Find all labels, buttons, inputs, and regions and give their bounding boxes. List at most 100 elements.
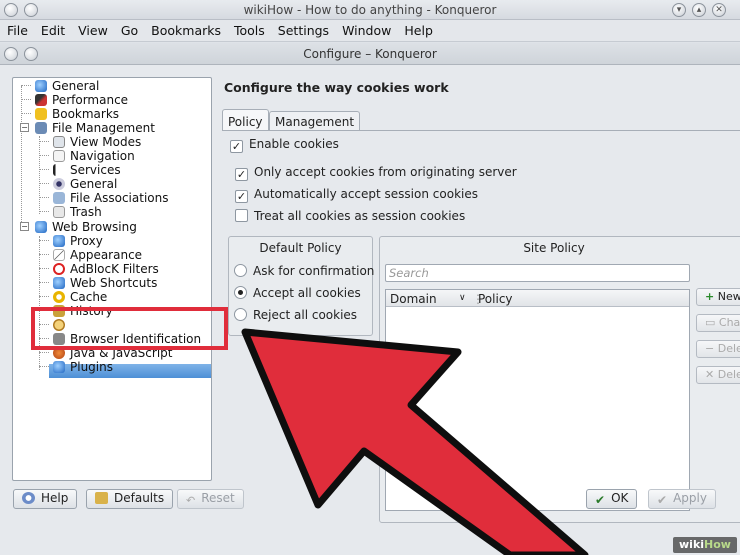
collapse-icon[interactable]: − [20, 222, 29, 231]
menu-go[interactable]: Go [114, 20, 144, 38]
shortcuts-globe-icon [53, 277, 65, 289]
tree-item-plugins[interactable]: Plugins [53, 360, 113, 374]
treat-session-box [235, 209, 248, 222]
accept-radio-dot [234, 286, 247, 299]
reject-radio-dot [234, 308, 247, 321]
defaults-icon [95, 492, 108, 504]
enable-cookies-checkbox[interactable]: ✓ Enable cookies [230, 137, 339, 153]
add-icon: + [705, 290, 715, 303]
ok-button[interactable]: ✔ OK [586, 489, 638, 509]
tree-item-bookmarks[interactable]: Bookmarks [35, 107, 119, 121]
accept-all-radio[interactable]: Accept all cookies [234, 286, 361, 302]
change-site-button[interactable]: ▭ Change... [696, 314, 740, 332]
ask-radio-dot [234, 264, 247, 277]
site-list-header: Domain ∨ ⋮ Policy [386, 290, 689, 307]
ok-check-icon: ✔ [595, 493, 606, 507]
only-originating-checkbox[interactable]: ✓ Only accept cookies from originating se… [235, 165, 517, 181]
apply-button[interactable]: ✔ Apply [648, 489, 716, 509]
cookies-highlight-box [31, 307, 228, 350]
pen-icon [53, 249, 65, 261]
default-policy-title: Default Policy [259, 241, 342, 255]
menubar: File Edit View Go Bookmarks Tools Settings Wind… [0, 20, 740, 42]
tree-item-performance[interactable]: Performance [35, 93, 128, 107]
collapse-icon[interactable]: − [20, 123, 29, 132]
tree-item-file-management[interactable]: − File Management [20, 121, 155, 135]
treat-session-checkbox[interactable]: Treat all cookies as session cookies [235, 209, 465, 225]
tree-item-view-modes[interactable]: View Modes [53, 135, 141, 149]
tree-item-navigation[interactable]: Navigation [53, 149, 135, 163]
flag-icon [53, 164, 65, 176]
configure-dialog: Configure – Konqueror General Performanc… [0, 43, 740, 555]
rocket-icon [35, 94, 47, 106]
browser-titlebar: wikiHow - How to do anything - Konqueror… [0, 0, 740, 20]
menu-settings[interactable]: Settings [271, 20, 335, 38]
maximize-icon[interactable]: ▴ [692, 3, 706, 17]
site-policy-title: Site Policy [523, 241, 585, 255]
tree-item-web-browsing[interactable]: − Web Browsing [20, 220, 137, 234]
cache-clock-icon [53, 291, 65, 303]
column-policy[interactable]: Policy [478, 292, 513, 306]
dialog-title: Configure – Konqueror [303, 47, 437, 61]
enable-cookies-box: ✓ [230, 140, 243, 153]
minus-icon: − [705, 342, 715, 355]
edit-icon: ▭ [705, 316, 716, 329]
delete-site-button[interactable]: − Delete [696, 340, 740, 358]
auto-session-box: ✓ [235, 190, 248, 203]
defaults-button[interactable]: Defaults [86, 489, 174, 509]
help-button[interactable]: Help [13, 489, 78, 509]
tree-item-appearance[interactable]: Appearance [53, 248, 142, 262]
navigation-icon [53, 150, 65, 162]
tree-item-proxy[interactable]: Proxy [53, 234, 103, 248]
only-originating-box: ✓ [235, 168, 248, 181]
minimize-icon[interactable]: ▾ [672, 3, 686, 17]
web-globe-icon [35, 221, 47, 233]
wikihow-watermark: wikiHow [673, 537, 737, 553]
help-icon [22, 492, 35, 504]
column-sort-icon[interactable]: ∨ [459, 293, 466, 303]
reset-button[interactable]: ↶ Reset [177, 489, 244, 509]
menu-bookmarks[interactable]: Bookmarks [144, 20, 227, 38]
menu-edit[interactable]: Edit [34, 20, 71, 38]
tree-item-file-associations[interactable]: File Associations [53, 191, 168, 205]
tree-item-adblock[interactable]: AdBlocK Filters [53, 262, 159, 276]
block-icon [53, 263, 65, 275]
globe-icon [35, 80, 47, 92]
tree-item-general[interactable]: General [35, 79, 99, 93]
reset-icon: ↶ [186, 494, 196, 507]
tree-item-trash[interactable]: Trash [53, 205, 102, 219]
view-modes-icon [53, 136, 65, 148]
tree-item-fm-general[interactable]: General [53, 177, 117, 191]
tree-item-cache[interactable]: Cache [53, 290, 107, 304]
file-associations-icon [53, 192, 65, 204]
column-domain[interactable]: Domain [390, 292, 437, 306]
bookmark-star-icon [35, 108, 47, 120]
auto-session-checkbox[interactable]: ✓ Automatically accept session cookies [235, 187, 478, 203]
browser-title: wikiHow - How to do anything - Konqueror [243, 3, 497, 17]
site-policy-list[interactable]: Domain ∨ ⋮ Policy [385, 289, 690, 511]
menu-file[interactable]: File [0, 20, 34, 38]
close-icon[interactable]: ✕ [712, 3, 726, 17]
tree-item-web-shortcuts[interactable]: Web Shortcuts [53, 276, 157, 290]
menu-view[interactable]: View [71, 20, 114, 38]
page-title: Configure the way cookies work [224, 80, 449, 95]
new-site-button[interactable]: + New... [696, 288, 740, 306]
eye-icon [53, 178, 65, 190]
file-manager-icon [35, 122, 47, 134]
proxy-globe-icon [53, 235, 65, 247]
delete-all-button[interactable]: ✕ Delete All [696, 366, 740, 384]
reject-all-radio[interactable]: Reject all cookies [234, 308, 357, 324]
settings-tree[interactable]: General Performance Bookmarks − File Mana… [12, 77, 212, 481]
menu-help[interactable]: Help [397, 20, 439, 38]
trash-icon [53, 206, 65, 218]
apply-check-icon: ✔ [657, 493, 668, 507]
ask-confirmation-radio[interactable]: Ask for confirmation [234, 264, 374, 280]
tab-policy[interactable]: Policy [222, 109, 269, 131]
menu-tools[interactable]: Tools [227, 20, 271, 38]
dialog-titlebar: Configure – Konqueror [0, 43, 740, 65]
tab-management[interactable]: Management [269, 111, 361, 131]
site-search-input[interactable]: Search [385, 264, 690, 282]
menu-window[interactable]: Window [335, 20, 397, 38]
tree-item-services[interactable]: Services [53, 163, 121, 177]
plugins-globe-icon [53, 361, 65, 373]
clear-icon: ✕ [705, 368, 715, 381]
